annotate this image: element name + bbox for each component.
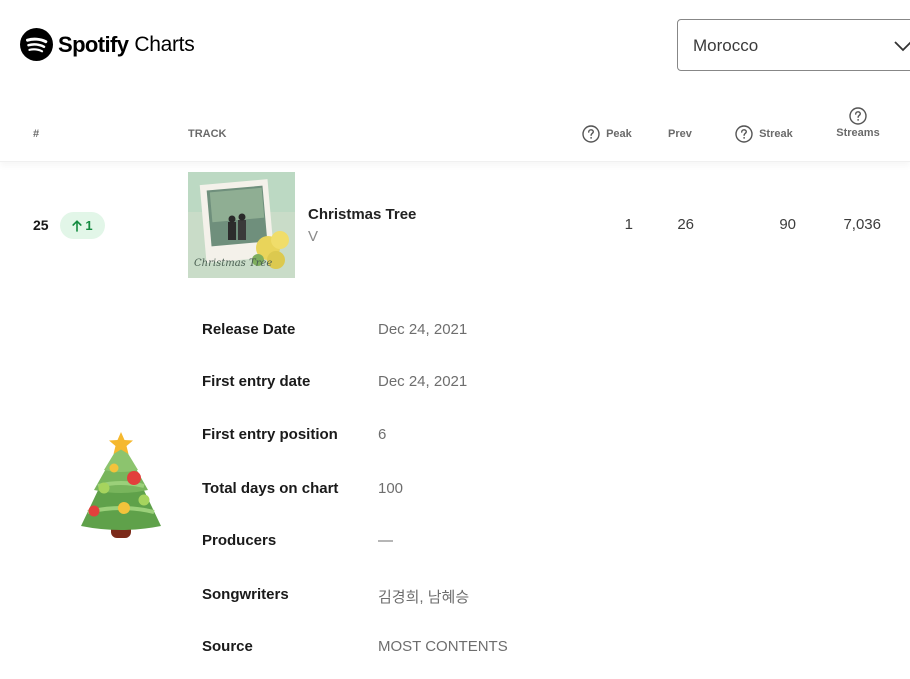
detail-value: MOST CONTENTS	[378, 638, 508, 655]
track-artist[interactable]: V	[308, 228, 318, 245]
movement-value: 1	[85, 218, 93, 233]
detail-value: Dec 24, 2021	[378, 321, 468, 338]
detail-label: First entry date	[202, 373, 311, 390]
streak-value: 90	[779, 216, 796, 233]
header-streak-label: Streak	[759, 128, 793, 140]
country-select-value: Morocco	[693, 36, 759, 55]
detail-value: —	[378, 532, 393, 549]
prev-value: 26	[677, 216, 694, 233]
header-track: TRACK	[188, 128, 227, 140]
header-streak[interactable]: Streak	[735, 125, 793, 143]
detail-row-producers: Producers —	[0, 532, 910, 562]
arrow-up-icon	[72, 219, 82, 232]
detail-row-total-days: Total days on chart 100	[0, 480, 910, 510]
detail-value: Dec 24, 2021	[378, 373, 468, 390]
peak-value: 1	[624, 216, 633, 233]
detail-label: Producers	[202, 532, 277, 549]
question-icon	[849, 107, 867, 125]
streams-value: 7,036	[843, 216, 881, 233]
question-icon	[582, 125, 600, 143]
spotify-charts-logo[interactable]: Spotify Charts	[20, 28, 195, 61]
header-streams-label: Streams	[836, 127, 880, 139]
album-cover[interactable]: Christmas Tree	[188, 172, 295, 278]
detail-row-songwriters: Songwriters 김경희, 남혜승	[0, 586, 910, 616]
question-icon	[735, 125, 753, 143]
header-prev[interactable]: Prev	[668, 128, 692, 140]
track-rank: 25	[33, 217, 49, 233]
detail-label: Release Date	[202, 321, 296, 338]
detail-row-first-entry-position: First entry position 6	[0, 426, 910, 456]
detail-row-release-date: Release Date Dec 24, 2021	[0, 321, 910, 351]
detail-row-first-entry-date: First entry date Dec 24, 2021	[0, 373, 910, 403]
detail-label: Songwriters	[202, 586, 289, 603]
table-row[interactable]: 25 1 Christmas Tree Christmas Tree V 1 2…	[0, 162, 910, 287]
detail-value: 100	[378, 480, 404, 497]
svg-text:Christmas Tree: Christmas Tree	[194, 258, 272, 269]
detail-row-source: Source MOST CONTENTS	[0, 638, 910, 668]
detail-label: First entry position	[202, 426, 338, 443]
header-streams[interactable]: Streams	[834, 107, 882, 139]
track-title[interactable]: Christmas Tree	[308, 206, 416, 223]
country-select[interactable]: Morocco	[677, 19, 910, 71]
movement-badge: 1	[60, 212, 105, 239]
detail-label: Source	[202, 638, 253, 655]
header-peak-label: Peak	[606, 128, 632, 140]
spotify-logo-icon	[20, 28, 53, 61]
header-peak[interactable]: Peak	[582, 125, 632, 143]
header-rank: #	[33, 128, 40, 140]
detail-label: Total days on chart	[202, 480, 339, 497]
detail-value: 김경희, 남혜승	[378, 589, 470, 606]
chevron-down-icon	[894, 41, 910, 52]
detail-value: 6	[378, 426, 387, 443]
table-header: # TRACK Peak Prev Streak Streams	[0, 90, 910, 162]
brand-section: Charts	[134, 32, 195, 56]
brand-name: Spotify	[58, 31, 129, 57]
